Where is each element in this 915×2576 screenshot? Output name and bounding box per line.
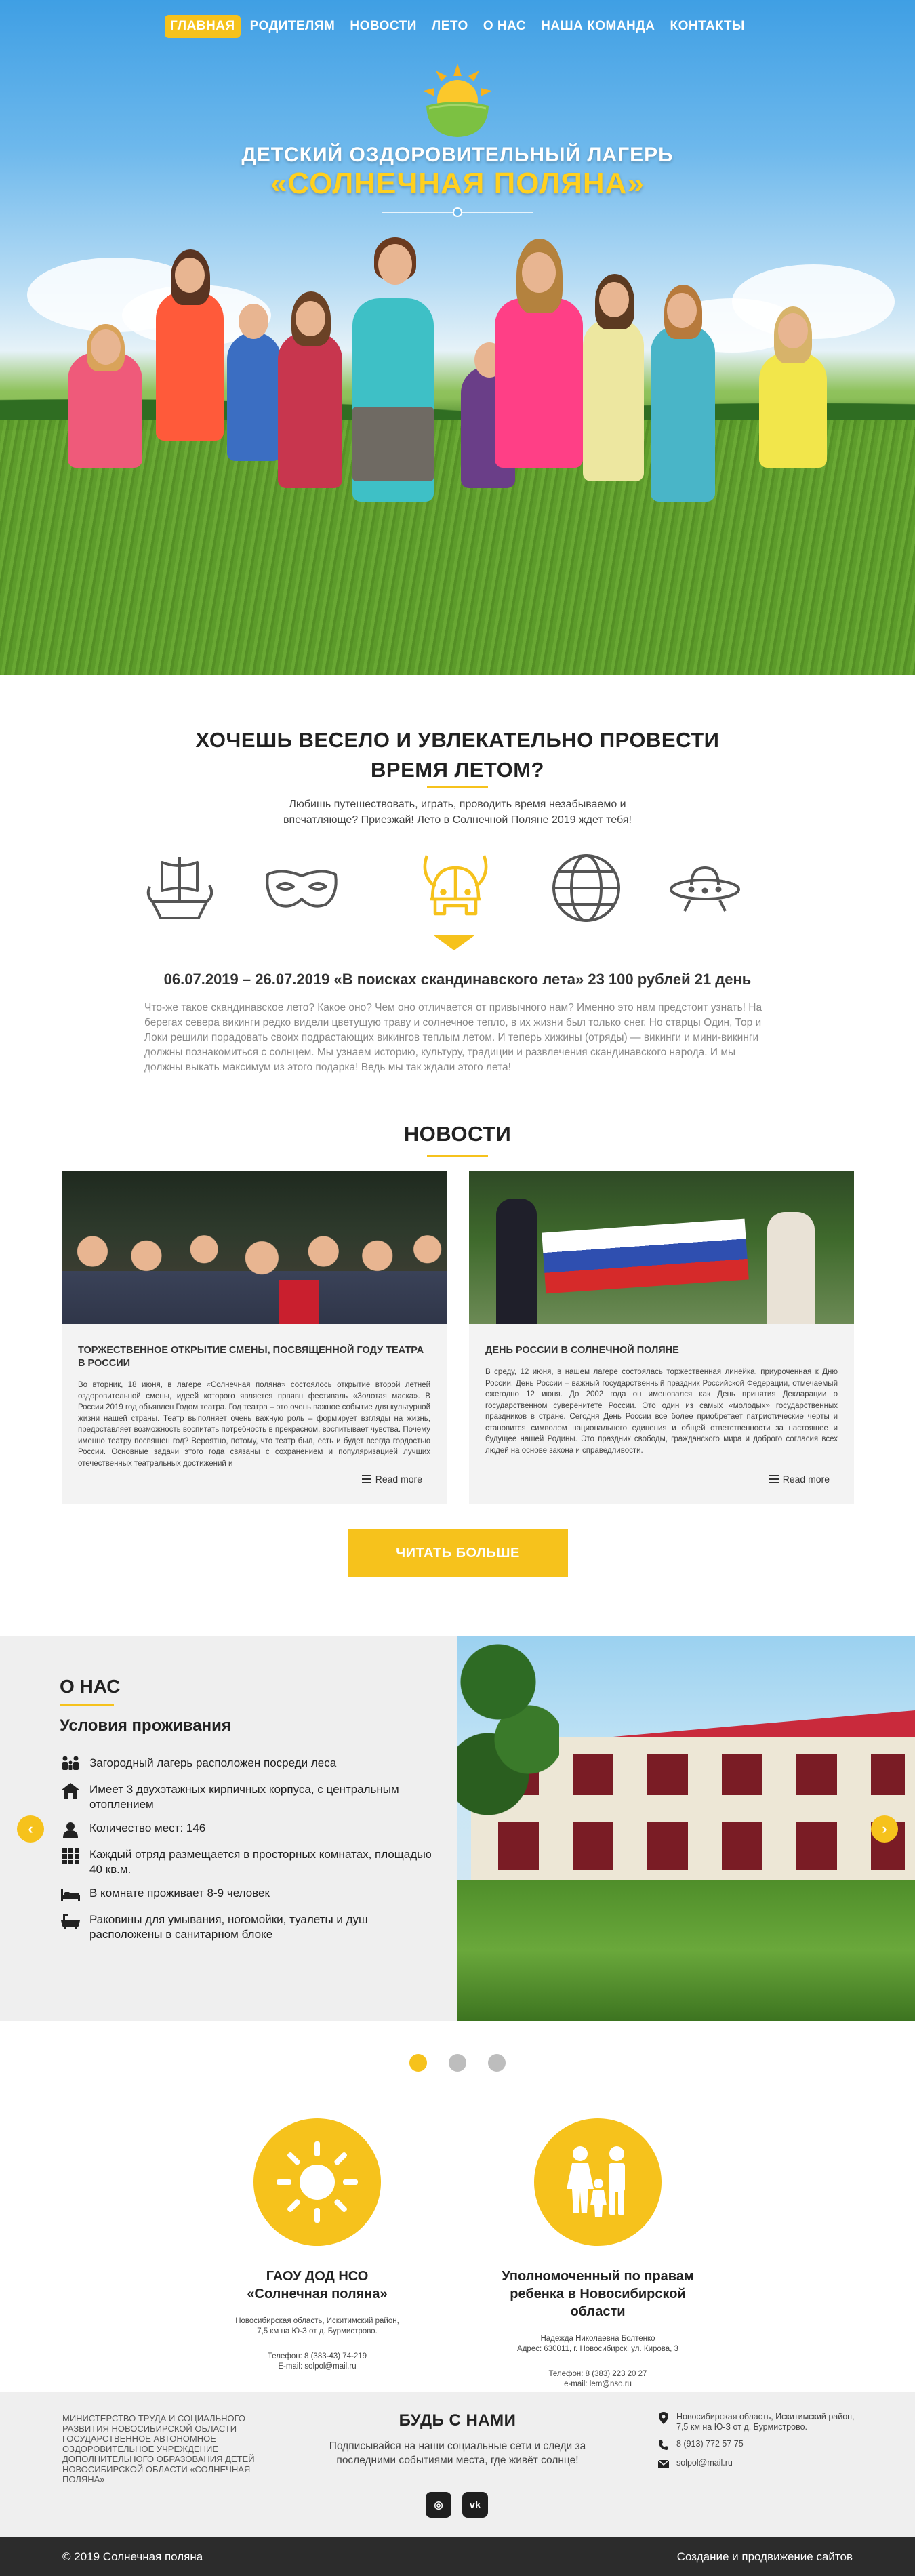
hero-title: ДЕТСКИЙ ОЗДОРОВИТЕЛЬНЫЙ ЛАГЕРЬ [241, 144, 674, 166]
slider-dots [0, 2054, 915, 2072]
list-item: Раковины для умывания, ногомойки, туалет… [60, 1912, 439, 1942]
contact-address: Новосибирская область, Искитимский район… [657, 2412, 861, 2432]
about-subtitle: Условия проживания [60, 1716, 231, 1735]
intro-subtitle: Любишь путешествовать, играть, проводить… [283, 799, 632, 826]
title-underline [427, 786, 488, 788]
menu-lines-icon [361, 1475, 371, 1483]
living-conditions-list: Загородный лагерь расположен посреди лес… [60, 1756, 439, 1951]
nav-item-summer[interactable]: ЛЕТО [426, 15, 474, 38]
nav-item-contacts[interactable]: КОНТАКТЫ [665, 15, 751, 38]
intro-title: ХОЧЕШЬ ВЕСЕЛО И УВЛЕКАТЕЛЬНО ПРОВЕСТИ ВР… [0, 725, 915, 785]
hero-divider [382, 207, 533, 217]
hero-camp-name: «СОЛНЕЧНАЯ ПОЛЯНА» [270, 167, 645, 200]
news-headline[interactable]: ТОРЖЕСТВЕННОЕ ОТКРЫТИЕ СМЕНЫ, ПОСВЯЩЕННО… [78, 1344, 430, 1370]
partner-name: ГАОУ ДОД НСО «Солнечная поляна» [247, 2269, 388, 2301]
title-underline [427, 1155, 488, 1157]
globe-icon[interactable] [546, 847, 627, 929]
slider-dot[interactable] [488, 2054, 506, 2072]
social-links: ◎ vk [426, 2492, 488, 2518]
shift-title: 06.07.2019 – 26.07.2019 «В поисках сканд… [163, 971, 752, 988]
title-underline [60, 1704, 114, 1706]
sun-icon [253, 2118, 381, 2246]
selected-arrow-icon [434, 935, 474, 950]
bathtub-icon [60, 1912, 81, 1930]
read-more-link[interactable]: Read more [361, 1474, 422, 1485]
nav-item-team[interactable]: НАША КОМАНДА [535, 15, 660, 38]
main-nav: ГЛАВНАЯ РОДИТЕЛЯМ НОВОСТИ ЛЕТО О НАС НАШ… [0, 15, 915, 38]
shift-description: Что-же такое скандинавское лето? Какое о… [144, 1002, 762, 1073]
mask-icon[interactable] [261, 847, 342, 929]
menu-lines-icon [769, 1475, 779, 1483]
footer-contacts: Новосибирская область, Искитимский район… [657, 2412, 861, 2477]
read-more-label: Read more [375, 1474, 422, 1485]
partner-contacts: Телефон: 8 (383) 223 20 27 e-mail: lem@n… [548, 2370, 647, 2388]
list-item: В комнате проживает 8-9 человек [60, 1886, 439, 1904]
partner-address: Новосибирская область, Искитимский район… [235, 2317, 399, 2335]
grid-icon [60, 1847, 81, 1865]
logo-sun-icon[interactable] [417, 61, 498, 142]
bed-icon [60, 1886, 81, 1904]
phone-icon [657, 2439, 670, 2451]
slider-prev-button[interactable]: ‹ [17, 1815, 44, 1843]
ufo-icon[interactable] [664, 847, 746, 929]
family-icon [534, 2118, 662, 2246]
news-card[interactable]: ТОРЖЕСТВЕННОЕ ОТКРЫТИЕ СМЕНЫ, ПОСВЯЩЕННО… [62, 1171, 447, 1504]
intro-title-line2: ВРЕМЯ ЛЕТОМ? [371, 758, 544, 782]
slider-next-button[interactable]: › [871, 1815, 898, 1843]
read-more-label: Read more [782, 1474, 830, 1485]
intro-title-line1: ХОЧЕШЬ ВЕСЕЛО И УВЛЕКАТЕЛЬНО ПРОВЕСТИ [195, 728, 720, 752]
envelope-icon [657, 2458, 670, 2470]
about-title: О НАС [60, 1676, 121, 1697]
list-item: Имеет 3 двухэтажных кирпичных корпуса, с… [60, 1782, 439, 1812]
nav-item-parents[interactable]: РОДИТЕЛЯМ [245, 15, 341, 38]
list-item: Каждый отряд размещается в просторных ко… [60, 1847, 439, 1877]
social-text: Подписывайся на наши социальные сети и с… [329, 2440, 586, 2466]
about-photo [458, 1636, 915, 2021]
viking-helmet-icon[interactable] [415, 847, 496, 929]
contact-phone: 8 (913) 772 57 75 [657, 2439, 861, 2451]
news-headline[interactable]: ДЕНЬ РОССИИ В СОЛНЕЧНОЙ ПОЛЯНЕ [485, 1344, 838, 1357]
partner-card: ГАОУ ДОД НСО «Солнечная поляна» Новосиби… [202, 2118, 432, 2372]
partner-card: Уполномоченный по правам ребенка в Новос… [483, 2118, 713, 2390]
read-more-button[interactable]: ЧИТАТЬ БОЛЬШЕ [348, 1529, 568, 1577]
made-by-link[interactable]: Создание и продвижение сайтов [677, 2550, 853, 2564]
building-icon [60, 1782, 81, 1800]
nav-item-news[interactable]: НОВОСТИ [344, 15, 422, 38]
map-pin-icon [657, 2412, 670, 2424]
contact-email: solpol@mail.ru [657, 2458, 861, 2470]
slider-dot[interactable] [409, 2054, 427, 2072]
nav-item-home[interactable]: ГЛАВНАЯ [164, 15, 241, 38]
slider-dot[interactable] [449, 2054, 466, 2072]
partner-contacts: Телефон: 8 (383-43) 74-219 E-mail: solpo… [267, 2352, 367, 2371]
person-icon [60, 1821, 81, 1838]
hero-banner: ГЛАВНАЯ РОДИТЕЛЯМ НОВОСТИ ЛЕТО О НАС НАШ… [0, 0, 915, 675]
news-image [469, 1171, 854, 1324]
news-image [62, 1171, 447, 1324]
family-icon [60, 1756, 81, 1773]
news-excerpt: В среду, 12 июня, в нашем лагере состоял… [485, 1368, 838, 1455]
vk-icon[interactable]: vk [462, 2492, 488, 2518]
bottom-bar: © 2019 Солнечная поляна Создание и продв… [0, 2537, 915, 2576]
news-section-title: НОВОСТИ [403, 1122, 512, 1146]
nav-item-about[interactable]: О НАС [478, 15, 531, 38]
news-card[interactable]: ДЕНЬ РОССИИ В СОЛНЕЧНОЙ ПОЛЯНЕ В среду, … [469, 1171, 854, 1504]
partner-address: Надежда Николаевна Болтенко Адрес: 63001… [517, 2335, 678, 2353]
partner-email-link[interactable]: e-mail: lem@nso.ru [564, 2380, 632, 2388]
list-item: Загородный лагерь расположен посреди лес… [60, 1756, 439, 1773]
read-more-link[interactable]: Read more [769, 1474, 830, 1485]
list-item: Количество мест: 146 [60, 1821, 439, 1838]
partner-name: Уполномоченный по правам ребенка в Новос… [502, 2269, 694, 2319]
partner-email-link[interactable]: E-mail: solpol@mail.ru [278, 2362, 356, 2371]
viking-ship-icon[interactable] [139, 847, 220, 929]
copyright: © 2019 Солнечная поляна [62, 2550, 203, 2563]
instagram-icon[interactable]: ◎ [426, 2492, 451, 2518]
news-excerpt: Во вторник, 18 июня, в лагере «Солнечная… [78, 1381, 430, 1468]
